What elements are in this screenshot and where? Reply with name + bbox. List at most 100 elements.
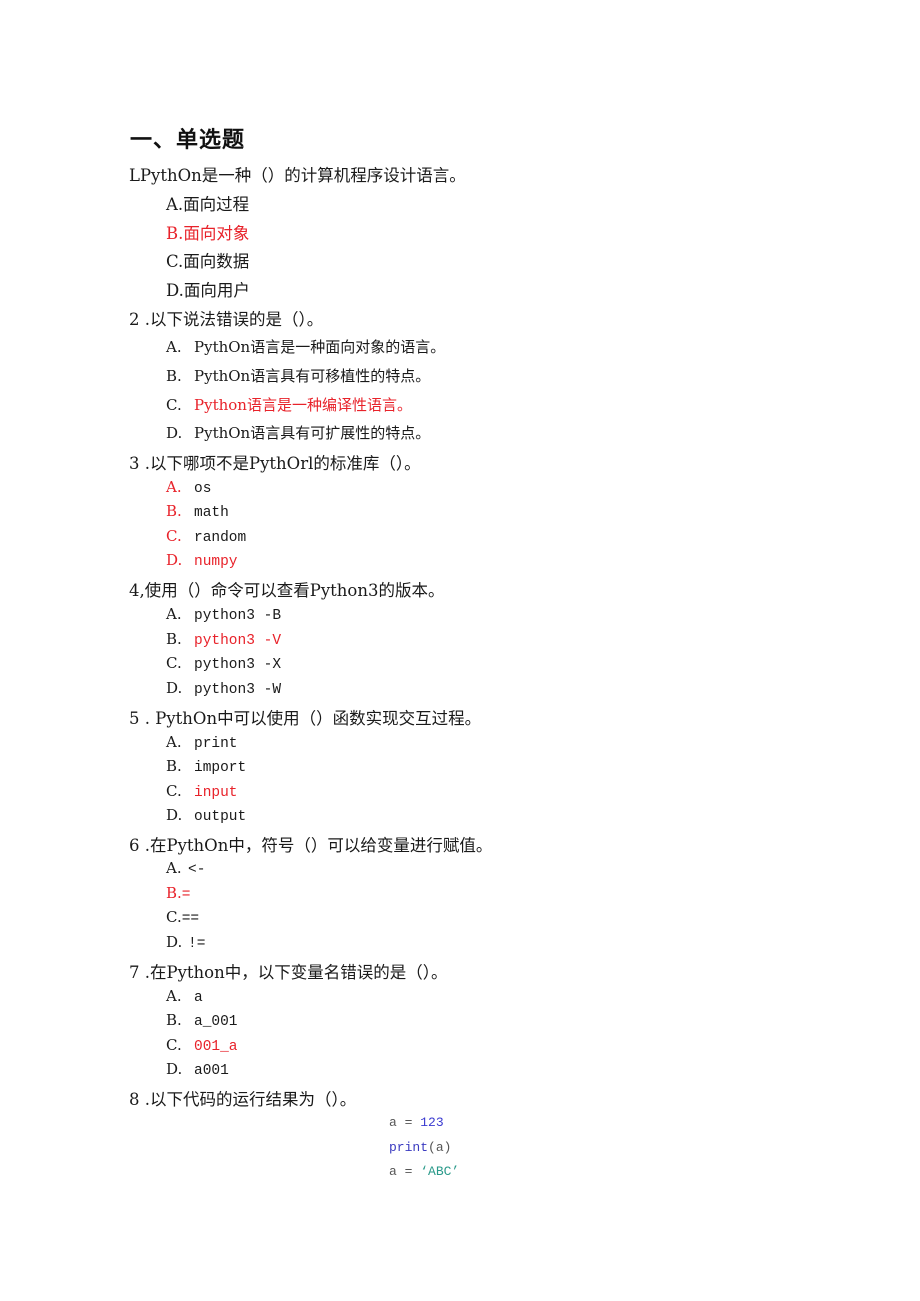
code-function: print — [389, 1140, 429, 1155]
option-text: = — [181, 887, 191, 903]
option-label: B. — [166, 884, 182, 902]
question-3-option-a: A. os — [166, 478, 211, 497]
code-args: (a) — [428, 1140, 452, 1155]
option-label: D. — [166, 933, 183, 951]
option-label: D. — [166, 281, 184, 300]
option-label: A. — [166, 338, 182, 356]
option-text: math — [194, 505, 229, 521]
option-text: a001 — [194, 1063, 229, 1079]
question-2-option-d: D. PythOn语言具有可扩展性的特点。 — [166, 422, 430, 443]
option-text: python3 -B — [194, 608, 282, 624]
question-1-stem: LPythOn是一种（）的计算机程序设计语言。 — [129, 166, 466, 185]
question-4-option-c: C. python3 -X — [166, 654, 281, 673]
document-page: 一、单选题 LPythOn是一种（）的计算机程序设计语言。 A.面向过程 B.面… — [0, 0, 920, 1301]
option-label: B. — [166, 224, 184, 243]
option-label: A. — [166, 733, 182, 751]
question-5-stem: 5 . PythOn中可以使用（）函数实现交互过程。 — [129, 709, 482, 728]
question-1-option-b-correct: B.面向对象 — [166, 220, 249, 244]
question-3-option-c: C. random — [166, 527, 246, 546]
code-string: ‘ABC’ — [420, 1164, 460, 1179]
question-3-option-d-correct: D. numpy — [166, 551, 238, 570]
code-variable: a = — [389, 1164, 421, 1179]
option-text: python3 -W — [194, 682, 282, 698]
code-line-3: a = ‘ABC’ — [389, 1164, 459, 1179]
option-label: C. — [166, 252, 184, 271]
question-3-option-b: B. math — [166, 502, 229, 521]
option-label: B. — [166, 1011, 182, 1029]
option-label: D. — [166, 424, 183, 442]
option-label: D. — [166, 1060, 183, 1078]
question-2-option-b: B. PythOn语言具有可移植性的特点。 — [166, 365, 430, 386]
option-label: C. — [166, 654, 182, 672]
code-variable: a = — [389, 1115, 421, 1130]
question-2-option-c-correct: C. Python语言是一种编译性语言。 — [166, 394, 412, 415]
option-text: != — [188, 936, 206, 952]
question-6-option-c: C.== — [166, 908, 199, 927]
option-text: print — [194, 736, 238, 752]
option-text: 001_a — [194, 1039, 238, 1055]
question-4-option-a: A. python3 -B — [166, 605, 281, 624]
option-label: B. — [166, 367, 182, 385]
option-label: C. — [166, 527, 182, 545]
option-text: python3 -X — [194, 657, 282, 673]
option-text: a_001 — [194, 1014, 238, 1030]
option-label: A. — [166, 987, 182, 1005]
question-5-option-b: B. import — [166, 757, 246, 776]
question-4-option-b-correct: B. python3 -V — [166, 630, 281, 649]
option-text: PythOn语言具有可扩展性的特点。 — [194, 424, 431, 442]
option-text: 面向用户 — [183, 281, 250, 300]
option-label: D. — [166, 679, 183, 697]
question-1-option-d: D.面向用户 — [166, 277, 250, 301]
option-text: a — [194, 990, 203, 1006]
option-label: A. — [166, 478, 182, 496]
option-label: C. — [166, 908, 182, 926]
option-text: <- — [188, 862, 206, 878]
option-label: B. — [166, 630, 182, 648]
question-2-option-a: A. PythOn语言是一种面向对象的语言。 — [166, 336, 445, 357]
option-label: A. — [166, 859, 182, 877]
question-7-option-c-correct: C. 001_a — [166, 1036, 238, 1055]
option-text: 面向数据 — [183, 252, 250, 271]
question-7-stem: 7 .在Python中，以下变量名错误的是（）。 — [129, 963, 448, 982]
option-text: os — [194, 481, 212, 497]
question-6-option-d: D. != — [166, 933, 205, 952]
option-text: 面向过程 — [183, 195, 250, 214]
question-1-option-c: C.面向数据 — [166, 248, 249, 272]
section-title: 一、单选题 — [130, 128, 246, 153]
option-label: D. — [166, 551, 183, 569]
question-7-option-b: B. a_001 — [166, 1011, 238, 1030]
option-text: Python语言是一种编译性语言。 — [194, 396, 412, 414]
option-text: PythOn语言是一种面向对象的语言。 — [194, 338, 446, 356]
question-5-option-c-correct: C. input — [166, 782, 238, 801]
option-text: python3 -V — [194, 633, 282, 649]
option-label: B. — [166, 502, 182, 520]
question-4-option-d: D. python3 -W — [166, 679, 281, 698]
option-label: C. — [166, 1036, 182, 1054]
question-5-option-d: D. output — [166, 806, 246, 825]
option-text: 面向对象 — [183, 224, 250, 243]
code-line-1: a = 123 — [389, 1115, 444, 1130]
question-7-option-d: D. a001 — [166, 1060, 229, 1079]
question-2-stem: 2 .以下说法错误的是（）。 — [129, 310, 324, 329]
option-text: numpy — [194, 554, 238, 570]
question-8-stem: 8 .以下代码的运行结果为（）。 — [129, 1090, 357, 1109]
option-text: input — [194, 785, 238, 801]
option-text: == — [181, 911, 200, 927]
code-number: 123 — [420, 1115, 444, 1130]
option-label: C. — [166, 396, 182, 414]
option-label: A. — [166, 195, 184, 214]
option-label: B. — [166, 757, 182, 775]
question-1-option-a: A.面向过程 — [166, 191, 249, 215]
option-label: A. — [166, 605, 182, 623]
option-text: PythOn语言具有可移植性的特点。 — [194, 367, 431, 385]
question-6-option-b-correct: B.= — [166, 884, 191, 903]
question-4-stem: 4,使用（）命令可以查看Python3的版本。 — [129, 581, 445, 600]
question-3-stem: 3 .以下哪项不是PythOrl的标准库（）。 — [129, 454, 421, 473]
question-7-option-a: A. a — [166, 987, 203, 1006]
question-6-stem: 6 .在PythOn中，符号（）可以给变量进行赋值。 — [129, 836, 493, 855]
option-text: output — [194, 809, 247, 825]
option-text: import — [194, 760, 247, 776]
question-6-option-a: A. <- — [166, 859, 205, 878]
option-label: D. — [166, 806, 183, 824]
code-line-2: print(a) — [389, 1140, 451, 1155]
